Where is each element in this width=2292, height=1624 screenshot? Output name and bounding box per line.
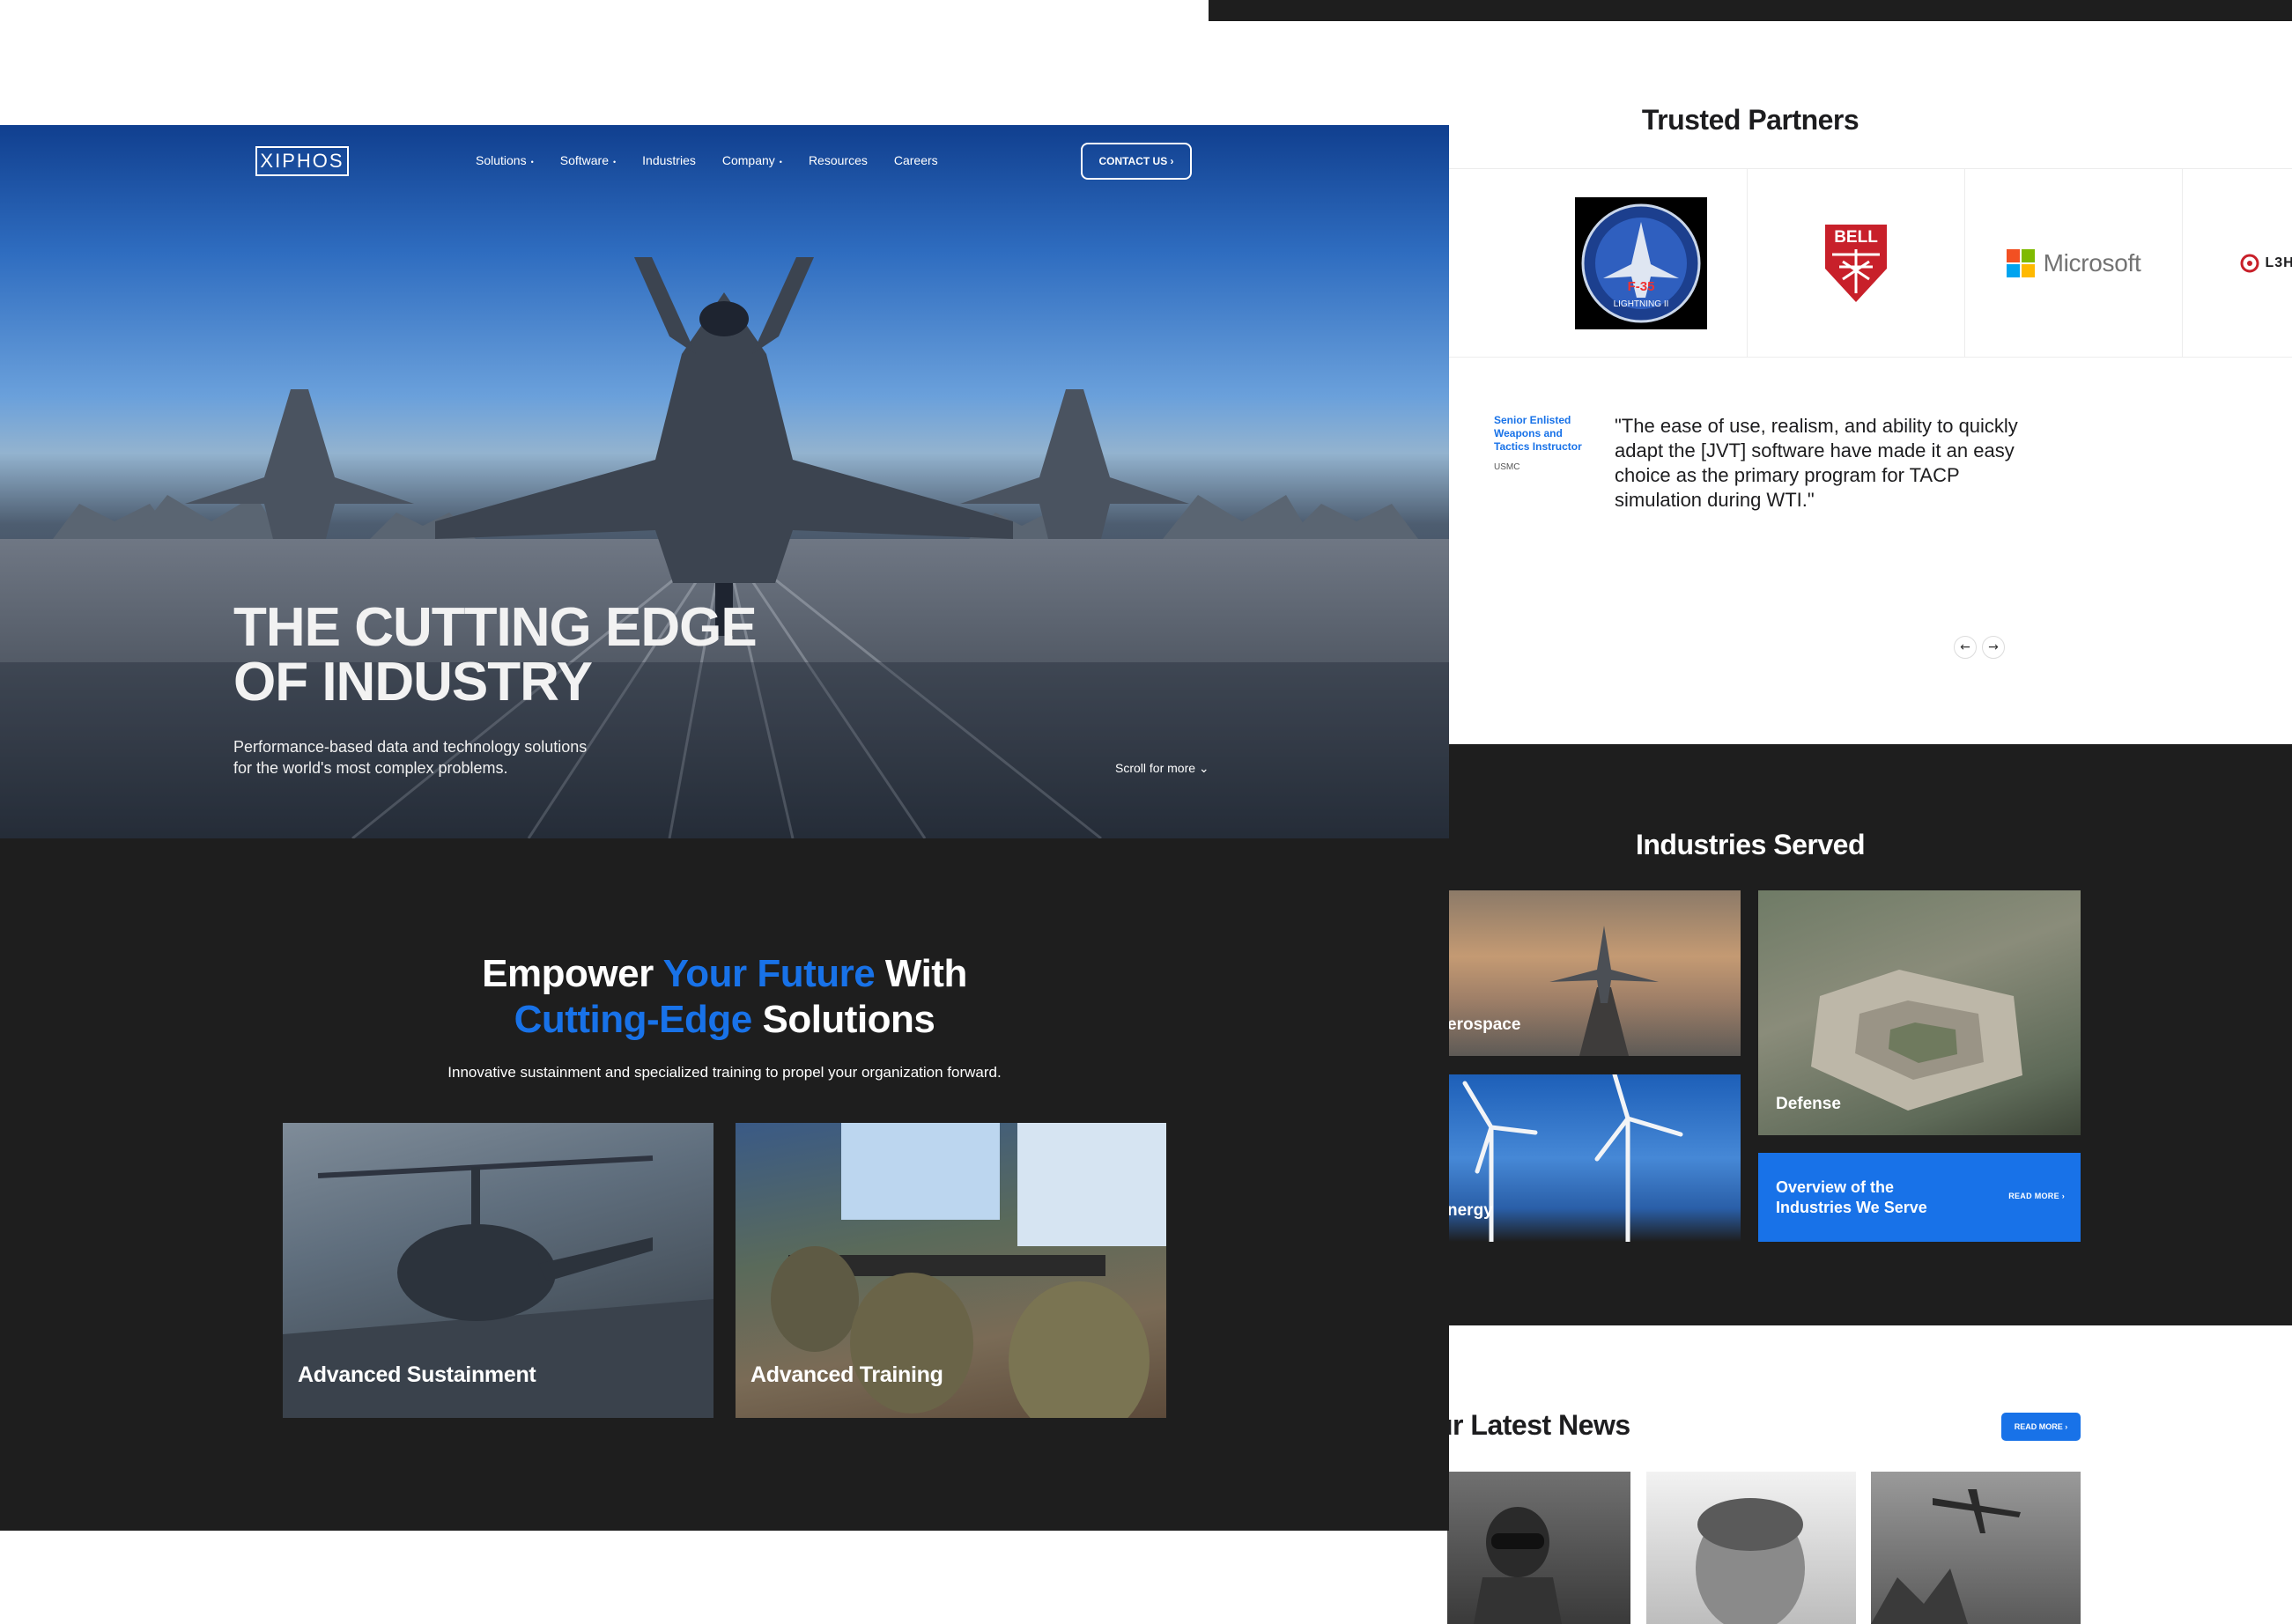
partner-f35[interactable]: F-35 LIGHTNING II [1447,169,1748,357]
industry-label-aerospace: erospace [1447,1015,1521,1034]
solution-label-sustainment: Advanced Sustainment [298,1362,536,1387]
industry-card-energy[interactable]: nergy [1447,1074,1741,1242]
nav-software[interactable]: Software • [560,153,616,167]
dropdown-caret-icon: • [779,158,782,166]
partner-microsoft[interactable]: Microsoft [1965,169,2183,357]
news-read-more-button[interactable]: READ MORE › [2001,1413,2081,1441]
partners-logo-row: F-35 LIGHTNING II BELL Microsoft L3H [1447,168,2292,358]
solutions-subtitle: Innovative sustainment and specialized t… [447,1064,1002,1081]
industry-card-aerospace[interactable]: erospace [1447,890,1741,1056]
nav-careers[interactable]: Careers [894,153,938,167]
next-arrow-button[interactable]: → [1982,636,2005,659]
overview-read-more-link[interactable]: READ MORE › [2008,1192,2065,1200]
industry-label-energy: nergy [1447,1201,1493,1220]
dropdown-caret-icon: • [530,158,534,166]
testimonial-cite: Senior Enlisted Weapons and Tactics Inst… [1494,414,1600,472]
solutions-section: Empower Your Future With Cutting-Edge So… [0,838,1449,1531]
xiphos-logo[interactable]: XIPHOS [255,146,349,176]
svg-text:F-35: F-35 [1628,279,1655,294]
hero-title-line2: OF INDUSTRY [233,652,593,712]
hero-jets-illustration [0,257,1449,838]
dropdown-caret-icon: • [613,158,617,166]
testimonial-org: USMC [1494,462,1520,472]
hero-title: THE CUTTING EDGE OF INDUSTRY [233,601,903,710]
left-page-panel: XIPHOS Solutions • Software • Industries C… [0,125,1449,1531]
hero-subtitle: Performance-based data and technology so… [233,738,588,777]
svg-text:BELL: BELL [1834,228,1878,247]
industry-card-defense[interactable]: Defense [1758,890,2081,1135]
nav-industries[interactable]: Industries [642,153,696,167]
bell-logo: BELL [1825,224,1887,302]
solutions-title: Empower Your Future With Cutting-Edge So… [482,952,967,1041]
news-title: ur Latest News [1436,1409,1630,1441]
testimonial-quote: "The ease of use, realism, and ability t… [1615,415,2018,511]
nav-company[interactable]: Company • [722,153,782,167]
partner-bell[interactable]: BELL [1748,169,1965,357]
f35-logo: F-35 LIGHTNING II [1575,196,1707,329]
nav-resources[interactable]: Resources [809,153,868,167]
svg-text:LIGHTNING II: LIGHTNING II [1614,299,1669,309]
top-dark-strip [1209,0,2292,21]
solution-card-sustainment[interactable]: Advanced Sustainment [283,1123,713,1418]
nav-solutions[interactable]: Solutions • [476,153,534,167]
overview-text: Overview of the Industries We Serve [1776,1178,1927,1216]
industry-label-defense: Defense [1776,1095,1841,1113]
partner-l3harris[interactable]: L3HARRIS [2183,169,2292,357]
testimonial-nav: ← → [1954,636,2005,659]
contact-us-button[interactable]: CONTACT US › [1081,143,1192,180]
testimonial-name: Senior Enlisted Weapons and Tactics Inst… [1494,414,1582,453]
scroll-for-more-link[interactable]: Scroll for more ⌄ [1115,761,1209,776]
hero-section: XIPHOS Solutions • Software • Industries C… [0,125,1449,838]
news-card-1[interactable] [1447,1472,1630,1624]
news-card-2[interactable] [1646,1472,1856,1624]
nav-links: Solutions • Software • Industries Company •… [476,153,938,167]
hero-title-line1: THE CUTTING EDGE [233,597,758,658]
prev-arrow-button[interactable]: ← [1954,636,1977,659]
l3harris-logo: L3HARRIS [2240,254,2292,273]
top-navigation: XIPHOS Solutions • Software • Industries C… [0,125,1449,196]
industries-overview-card[interactable]: Overview of the Industries We Serve READ… [1758,1153,2081,1242]
microsoft-logo: Microsoft [2006,248,2141,277]
news-card-3[interactable] [1871,1472,2081,1624]
solution-label-training: Advanced Training [750,1362,943,1387]
solution-card-training[interactable]: Advanced Training [736,1123,1166,1418]
